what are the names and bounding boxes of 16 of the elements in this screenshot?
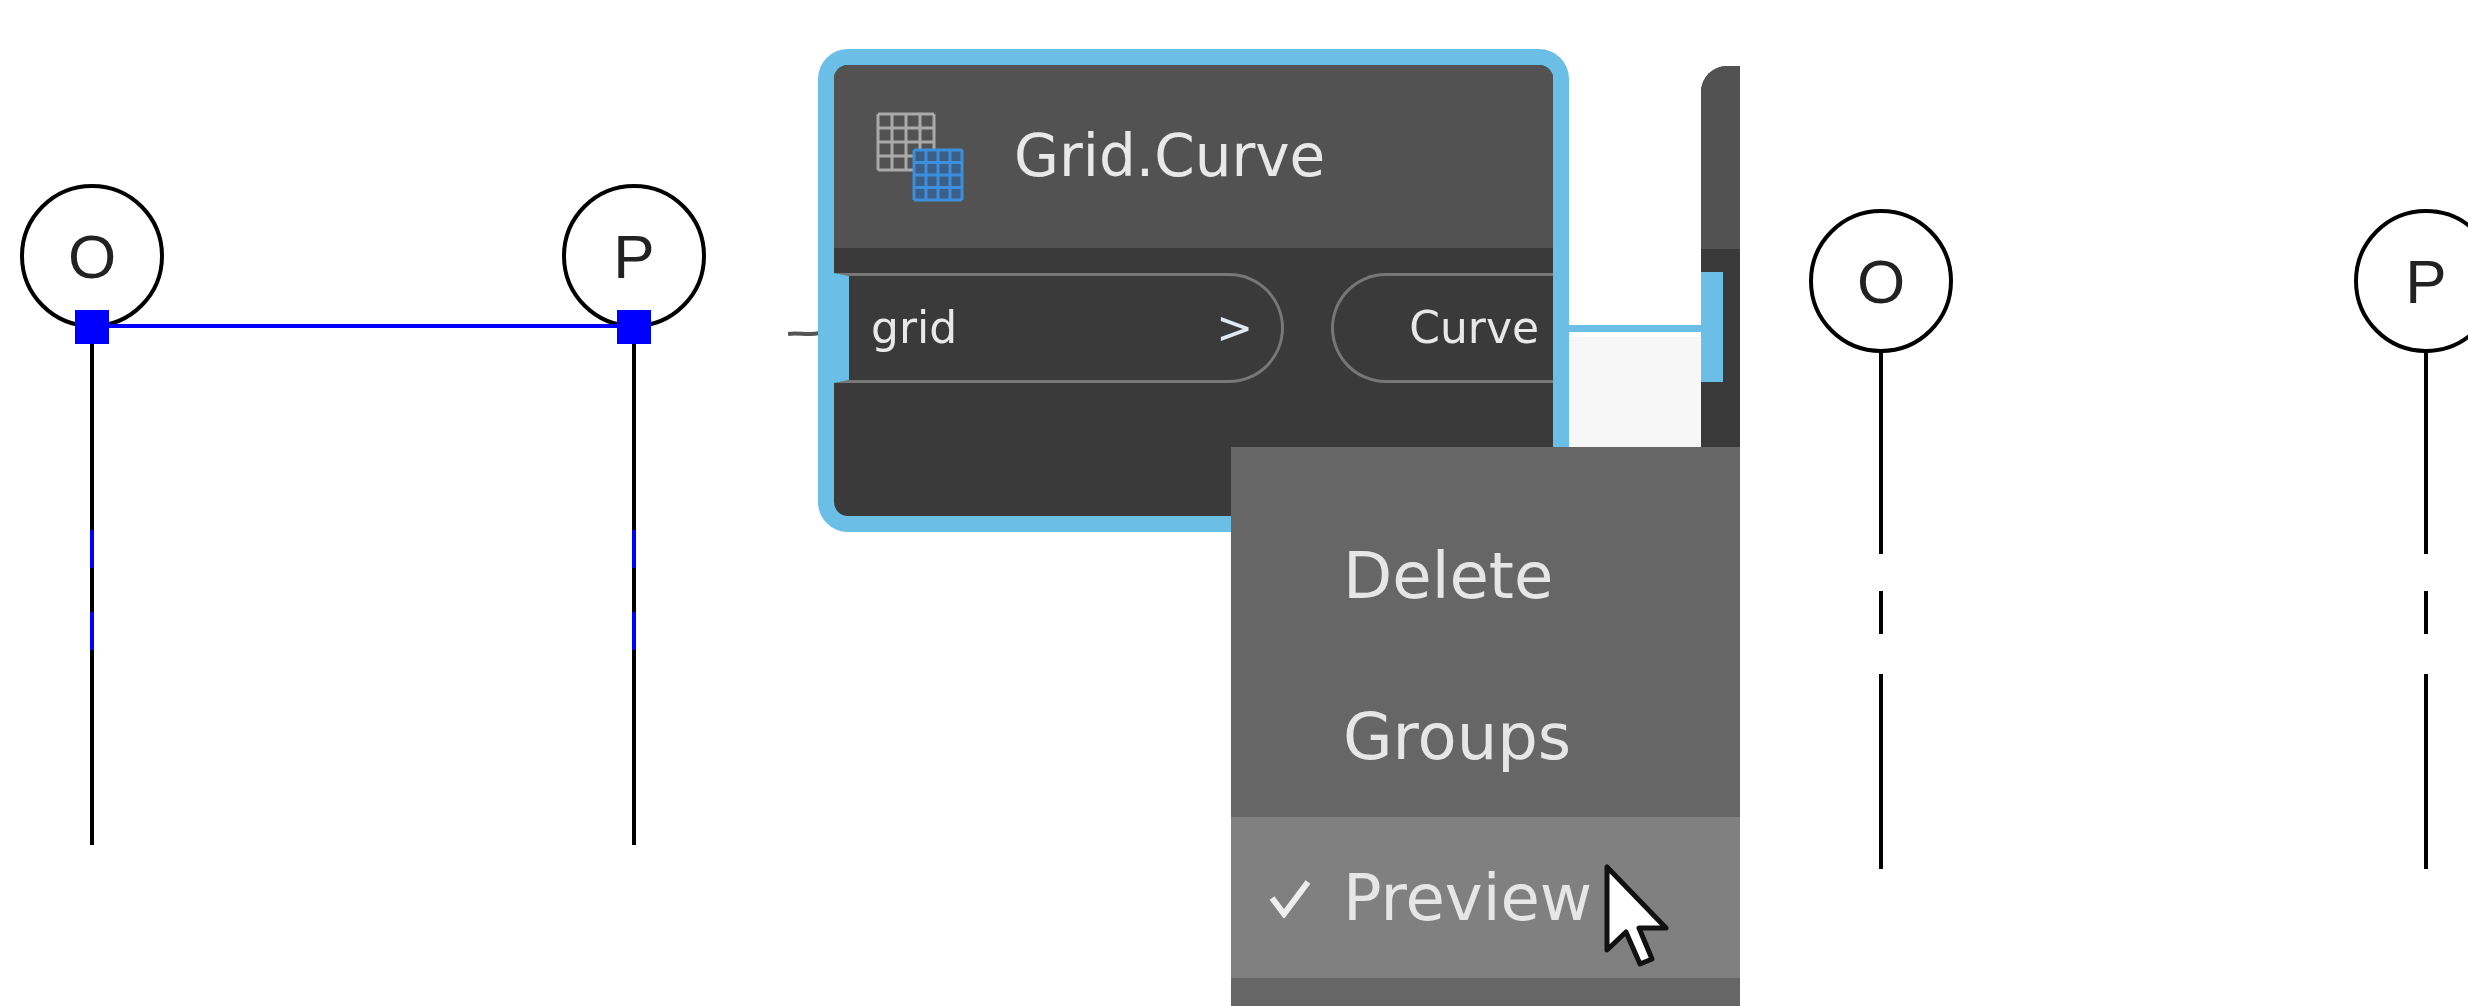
output-port[interactable]: Curve (1331, 272, 1553, 383)
grid-label: O (1856, 247, 1906, 316)
grid-label: P (2405, 247, 2447, 316)
menu-item[interactable]: Groups (1231, 656, 1740, 817)
grid-end-handle[interactable] (617, 310, 651, 344)
cursor-icon (1604, 864, 1670, 968)
node-title: Grid.Curve (1014, 121, 1326, 192)
grid-label: O (67, 222, 117, 291)
grid-icon (876, 111, 964, 202)
input-port[interactable]: grid > (834, 272, 1284, 383)
node-card[interactable]: Grid.Curve grid > Curve (818, 49, 1569, 532)
wire (788, 330, 820, 338)
port-arrow: > (1216, 300, 1253, 355)
port-label: grid (871, 300, 958, 355)
grid-end-handle[interactable] (75, 310, 109, 344)
grid-label: P (613, 222, 655, 291)
